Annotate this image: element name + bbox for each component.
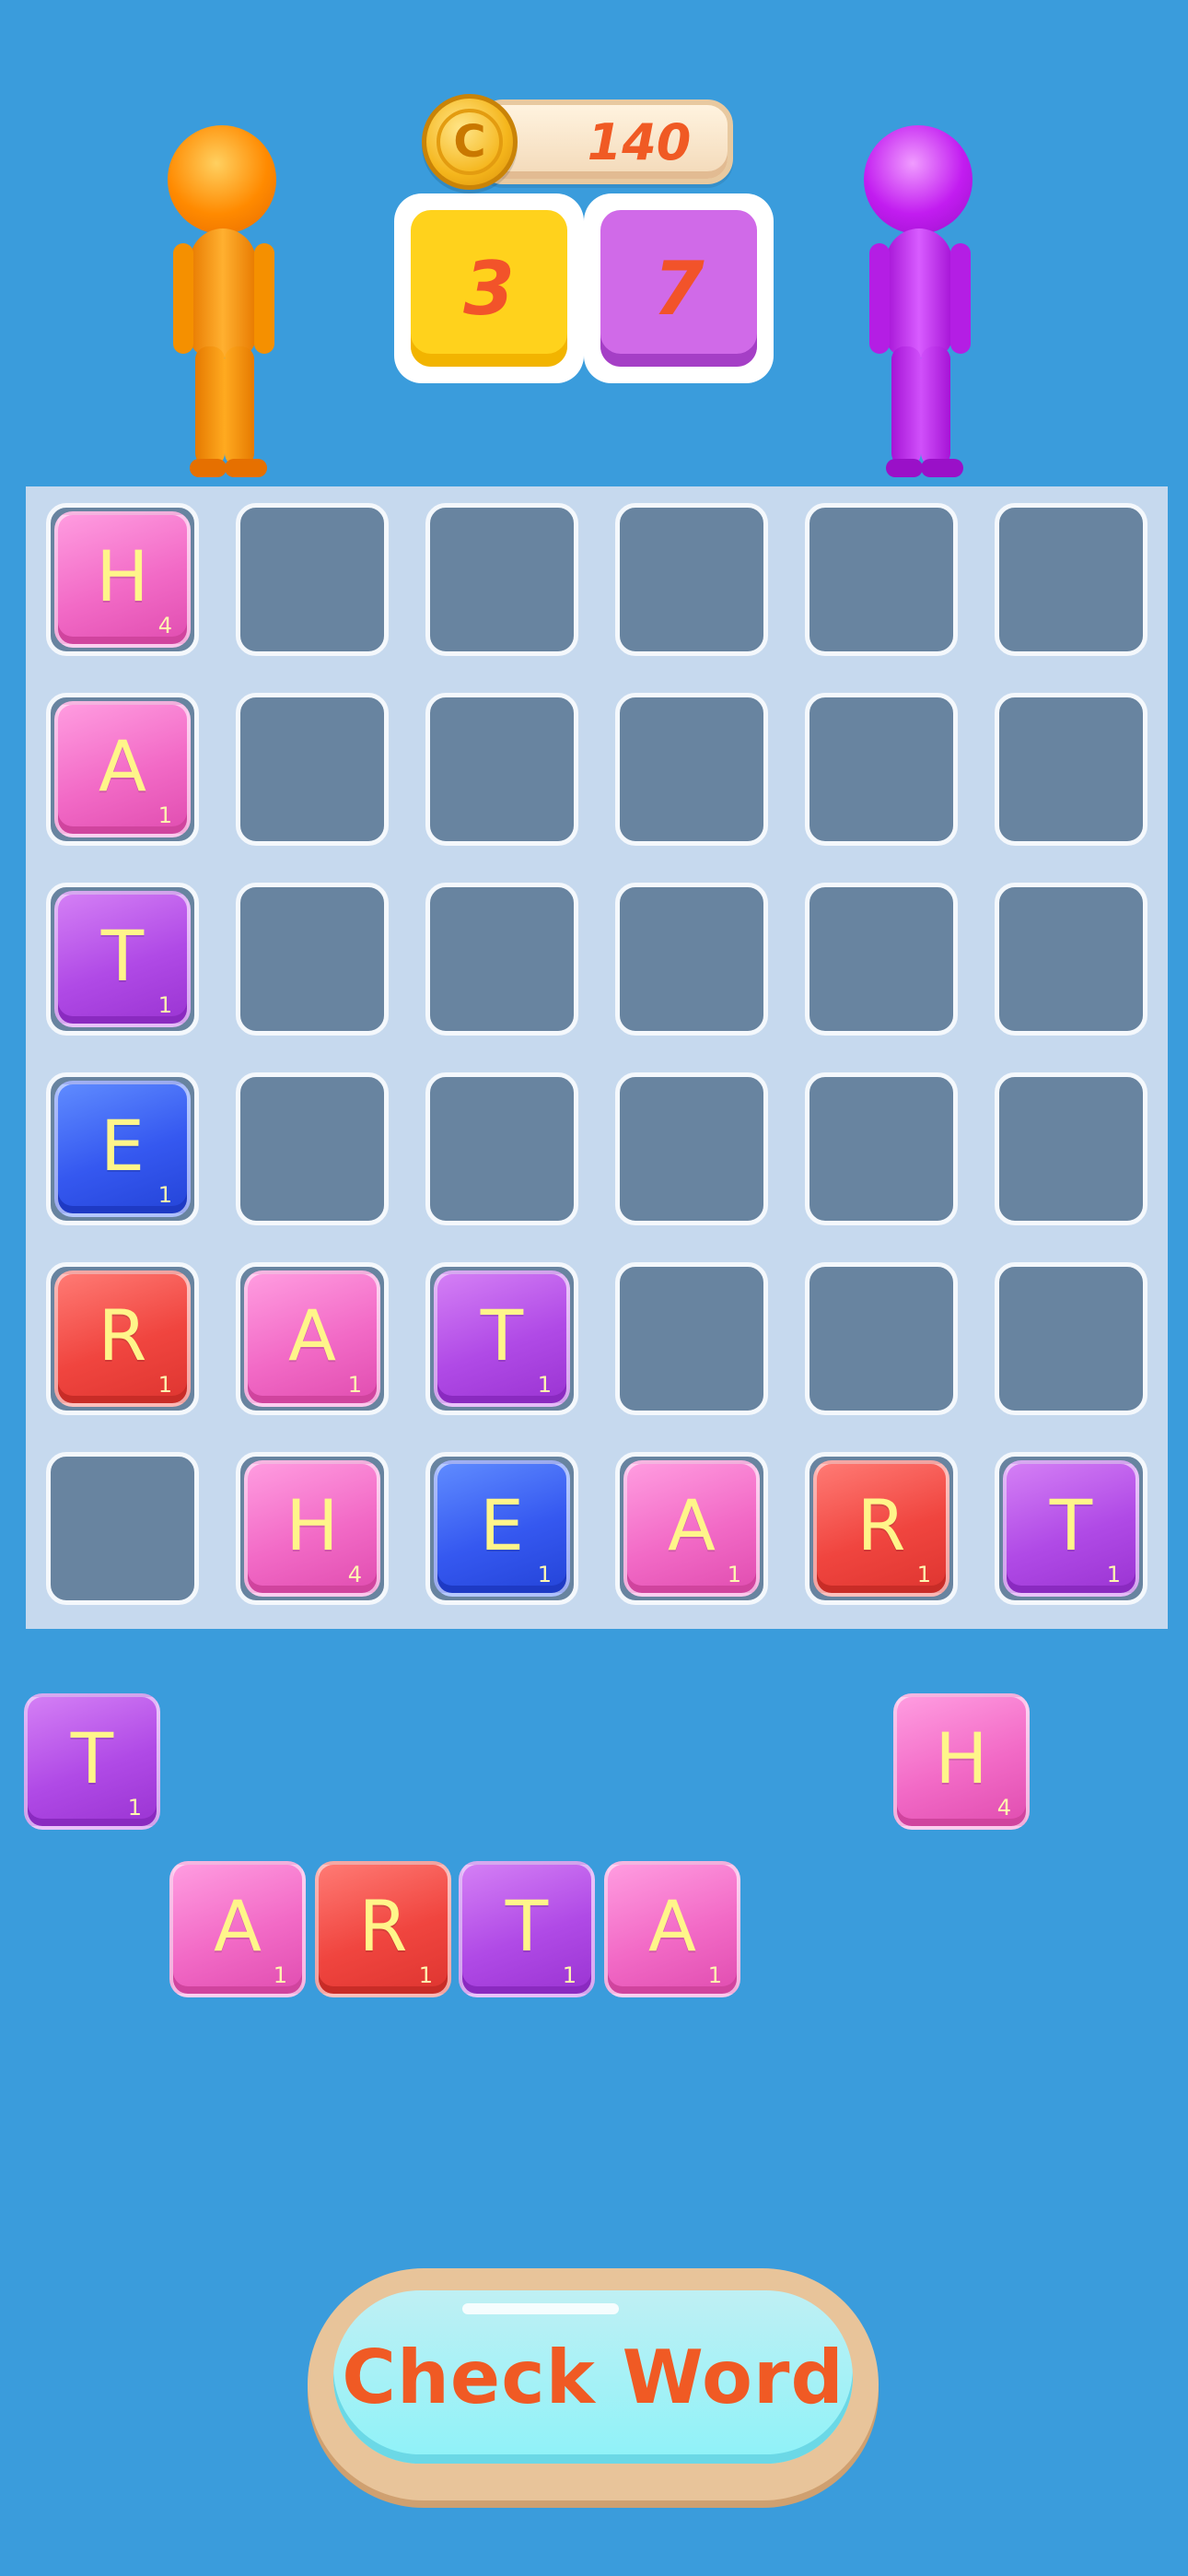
rack-tile[interactable]: H4 [893,1693,1030,1830]
tile-points: 1 [707,1962,722,1988]
opponent-character [858,125,978,477]
tile-points: 1 [916,1562,931,1587]
board-cell[interactable] [425,883,578,1036]
tile-points: 1 [157,802,172,828]
board-tile[interactable]: H4 [244,1460,380,1597]
tile-points: 1 [1106,1562,1121,1587]
board-cell[interactable] [995,693,1147,846]
tile-points: 1 [537,1372,552,1398]
board-cell[interactable] [236,883,389,1036]
board-tile[interactable]: R1 [54,1270,191,1407]
tile-points: 1 [347,1372,362,1398]
player-score-box: 3 [394,193,584,383]
opponent-head [864,125,973,234]
opponent-score: 7 [600,210,757,367]
board-tile[interactable]: A1 [54,701,191,837]
board-cell[interactable] [805,693,958,846]
board-tile[interactable]: A1 [244,1270,380,1407]
board-cell[interactable] [995,883,1147,1036]
opponent-score-box: 7 [584,193,774,383]
player-head [168,125,276,234]
board-cell[interactable] [615,1072,768,1225]
board-cell[interactable] [615,503,768,656]
board-cell[interactable] [805,1262,958,1415]
board-tile[interactable]: E1 [54,1081,191,1217]
tile-points: 1 [127,1795,142,1821]
coin-icon: C [422,94,518,190]
board-cell[interactable] [805,1072,958,1225]
tile-points: 4 [996,1795,1011,1821]
game-board: H4 A1 T1 E1 R1 A1 T1 H4 E1 A1 R1 T1 [26,486,1168,1629]
coin-symbol: C [437,109,503,175]
check-word-button[interactable]: Check Word [308,2268,879,2500]
rack-tile[interactable]: T1 [459,1861,595,1997]
tile-points: 1 [562,1962,577,1988]
tile-points: 1 [157,1372,172,1398]
board-tile[interactable]: T1 [54,891,191,1027]
board-cell[interactable] [615,1262,768,1415]
board-cell[interactable] [46,1452,199,1605]
rack-tile[interactable]: R1 [315,1861,451,1997]
tile-points: 1 [273,1962,287,1988]
rack-tile[interactable]: A1 [169,1861,306,1997]
tile-points: 1 [727,1562,741,1587]
rack-tile[interactable]: A1 [604,1861,740,1997]
player-score: 3 [411,210,567,367]
tile-points: 1 [157,992,172,1018]
board-tile[interactable]: T1 [1003,1460,1139,1597]
board-tile[interactable]: T1 [434,1270,570,1407]
board-cell[interactable] [236,503,389,656]
board-cell[interactable] [615,693,768,846]
board-cell[interactable] [805,883,958,1036]
board-tile[interactable]: H4 [54,511,191,648]
board-cell[interactable] [995,503,1147,656]
tile-points: 4 [157,613,172,638]
board-tile[interactable]: A1 [623,1460,760,1597]
player-torso [190,228,256,357]
tile-points: 1 [418,1962,433,1988]
board-cell[interactable] [805,503,958,656]
opponent-torso [886,228,952,357]
board-tile[interactable]: R1 [813,1460,949,1597]
rack-tile[interactable]: T1 [24,1693,160,1830]
board-cell[interactable] [425,693,578,846]
board-cell[interactable] [425,1072,578,1225]
board-cell[interactable] [236,1072,389,1225]
tile-points: 4 [347,1562,362,1587]
board-cell[interactable] [425,503,578,656]
tile-points: 1 [157,1182,172,1208]
board-cell[interactable] [615,883,768,1036]
coin-count: 140 [587,112,692,171]
board-cell[interactable] [236,693,389,846]
player-character [164,125,284,477]
board-cell[interactable] [995,1262,1147,1415]
check-word-label: Check Word [342,2334,844,2420]
tile-points: 1 [537,1562,552,1587]
board-tile[interactable]: E1 [434,1460,570,1597]
board-cell[interactable] [995,1072,1147,1225]
